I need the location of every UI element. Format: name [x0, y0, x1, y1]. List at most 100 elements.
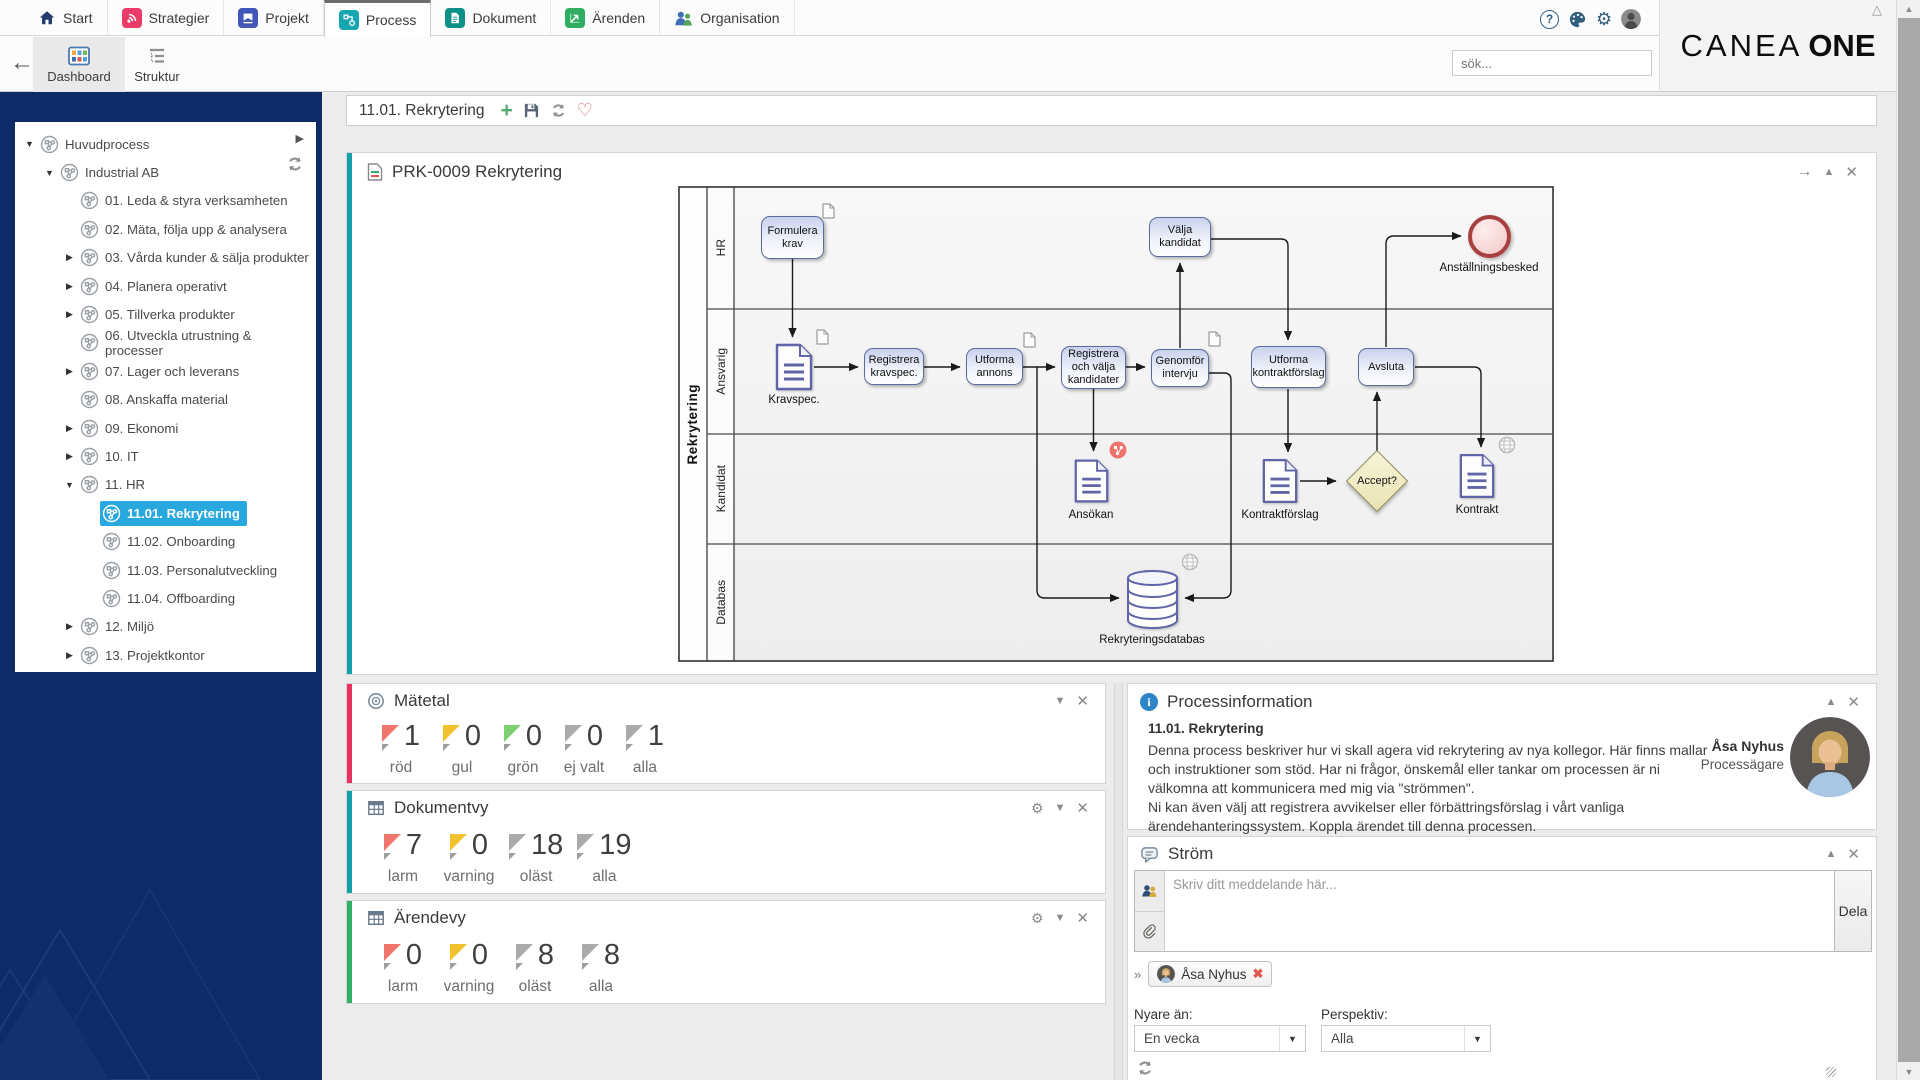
share-button[interactable]: Dela: [1834, 871, 1871, 951]
tree-item[interactable]: 01. Leda & styra verksamheten: [15, 187, 316, 215]
add-icon[interactable]: +: [501, 99, 513, 123]
settings-gear-icon[interactable]: ⚙: [1596, 10, 1612, 28]
tree-item[interactable]: 11.02. Onboarding: [15, 527, 316, 555]
tab-arenden[interactable]: Ärenden: [551, 0, 660, 35]
tab-strategier[interactable]: Strategier: [108, 0, 225, 35]
stat-olast[interactable]: 18oläst: [509, 831, 563, 886]
collapse-arrow-icon[interactable]: ▼: [41, 168, 58, 178]
tree-item[interactable]: ▶07. Lager och leverans: [15, 357, 316, 385]
message-input[interactable]: [1165, 871, 1834, 951]
document-kontraktforslag[interactable]: [1261, 458, 1299, 504]
newer-than-select[interactable]: En vecka ▼: [1134, 1025, 1306, 1052]
dashboard-button[interactable]: Dashboard: [33, 37, 125, 92]
collapse-arrow-icon[interactable]: ▼: [21, 139, 38, 149]
tree-item[interactable]: ▼Huvudprocess: [15, 130, 316, 158]
stat-ej-valt[interactable]: 0ej valt: [560, 722, 608, 777]
task-valja-kandidat[interactable]: Välja kandidat: [1149, 217, 1211, 257]
tab-organisation[interactable]: Organisation: [660, 0, 794, 35]
tree-item[interactable]: ▶04. Planera operativt: [15, 272, 316, 300]
collapse-panel-icon[interactable]: ▲: [1824, 166, 1835, 178]
search-input[interactable]: [1453, 56, 1645, 71]
collapse-widget-icon[interactable]: ▲: [1826, 848, 1837, 860]
tree-item[interactable]: 02. Mäta, följa upp & analysera: [15, 215, 316, 243]
remove-tag-icon[interactable]: ✖: [1253, 966, 1264, 982]
close-widget-icon[interactable]: ✕: [1076, 692, 1089, 710]
tree-item-selected[interactable]: 11.01. Rekrytering: [15, 499, 316, 527]
help-icon[interactable]: ?: [1540, 10, 1559, 29]
document-kravspec[interactable]: [774, 343, 814, 391]
stat-alla[interactable]: 19alla: [577, 831, 631, 886]
expand-arrow-icon[interactable]: ▶: [61, 451, 78, 462]
struktur-button[interactable]: Struktur: [125, 37, 189, 92]
tree-item[interactable]: 11.03. Personalutveckling: [15, 556, 316, 584]
scroll-down-icon[interactable]: ▼: [1897, 1063, 1920, 1080]
task-registrera-kravspec[interactable]: Registrera kravspec.: [864, 348, 924, 385]
stat-varning[interactable]: 0varning: [443, 941, 495, 996]
document-ansokan[interactable]: [1073, 458, 1110, 504]
stream-refresh-icon[interactable]: [1136, 1059, 1154, 1077]
vertical-scrollbar[interactable]: ▲ ▼: [1896, 0, 1920, 1080]
stat-gron[interactable]: 0grön: [499, 722, 547, 777]
tree-item[interactable]: ▶10. IT: [15, 442, 316, 470]
document-kontrakt[interactable]: [1458, 453, 1496, 499]
user-avatar[interactable]: [1621, 9, 1641, 29]
expand-arrow-icon[interactable]: ▶: [61, 309, 78, 320]
mention-people-icon[interactable]: [1135, 871, 1164, 912]
expand-arrow-icon[interactable]: ▶: [61, 252, 78, 263]
owner-avatar[interactable]: [1790, 717, 1870, 797]
tab-projekt[interactable]: Projekt: [224, 0, 324, 35]
resize-grip[interactable]: [1826, 1067, 1836, 1077]
tree-item[interactable]: ▶03. Vårda kunder & sälja produkter: [15, 244, 316, 272]
open-arrow-icon[interactable]: →: [1797, 163, 1813, 181]
save-icon[interactable]: [523, 102, 540, 119]
tab-process[interactable]: Process: [324, 0, 432, 37]
recipient-tag[interactable]: Åsa Nyhus ✖: [1148, 961, 1272, 987]
task-registrera-och-valja-kandidater[interactable]: Registrera och välja kandidater: [1061, 346, 1126, 389]
tree-item[interactable]: ▼11. HR: [15, 471, 316, 499]
end-event-anstallningsbesked[interactable]: [1468, 215, 1511, 258]
expand-arrow-icon[interactable]: ▶: [61, 423, 78, 434]
collapse-header-icon[interactable]: △: [1872, 2, 1882, 18]
attach-paperclip-icon[interactable]: [1135, 912, 1164, 952]
tab-start[interactable]: Start: [24, 0, 108, 35]
collapse-widget-icon[interactable]: ▼: [1055, 912, 1066, 924]
close-widget-icon[interactable]: ✕: [1076, 909, 1089, 927]
task-avsluta[interactable]: Avsluta: [1358, 348, 1414, 386]
close-widget-icon[interactable]: ✕: [1847, 845, 1860, 863]
task-utforma-kontraktforslag[interactable]: Utforma kontraktförslag: [1251, 346, 1326, 388]
collapse-widget-icon[interactable]: ▲: [1826, 696, 1837, 708]
task-formulera-krav[interactable]: Formulera krav: [761, 216, 824, 259]
task-utforma-annons[interactable]: Utforma annons: [966, 348, 1023, 385]
refresh-icon[interactable]: [550, 102, 567, 119]
tree-refresh-icon[interactable]: [286, 155, 304, 173]
database-rekryteringsdatabas[interactable]: [1126, 569, 1179, 629]
process-link-badge-icon[interactable]: [1109, 441, 1127, 459]
tree-item[interactable]: 08. Anskaffa material: [15, 386, 316, 414]
stat-larm[interactable]: 7larm: [377, 831, 429, 886]
bpmn-diagram[interactable]: Rekrytering HR Ansvarig Kandidat Databas: [678, 186, 1554, 662]
stat-larm[interactable]: 0larm: [377, 941, 429, 996]
scrollbar-thumb[interactable]: [1898, 18, 1920, 1062]
expand-arrow-icon[interactable]: ▶: [61, 650, 78, 661]
close-widget-icon[interactable]: ✕: [1847, 693, 1860, 711]
expand-arrow-icon[interactable]: ▶: [61, 621, 78, 632]
task-genomfor-intervju[interactable]: Genomför intervju: [1151, 349, 1209, 387]
stat-olast[interactable]: 8oläst: [509, 941, 561, 996]
collapse-arrow-icon[interactable]: ▼: [61, 480, 78, 490]
expand-arrow-icon[interactable]: ▶: [61, 281, 78, 292]
tab-dokument[interactable]: Dokument: [431, 0, 551, 35]
column-splitter[interactable]: [1114, 683, 1123, 1080]
tree-item[interactable]: ▼Industrial AB: [15, 158, 316, 186]
stat-rod[interactable]: 1röd: [377, 722, 425, 777]
tree-item[interactable]: ▶09. Ekonomi: [15, 414, 316, 442]
theme-palette-icon[interactable]: [1568, 10, 1587, 29]
collapse-widget-icon[interactable]: ▼: [1055, 695, 1066, 707]
tree-item[interactable]: 06. Utveckla utrustning & processer: [15, 329, 316, 357]
widget-settings-gear-icon[interactable]: ⚙: [1031, 800, 1044, 817]
stat-varning[interactable]: 0varning: [443, 831, 495, 886]
stat-alla[interactable]: 8alla: [575, 941, 627, 996]
close-widget-icon[interactable]: ✕: [1076, 799, 1089, 817]
perspective-select[interactable]: Alla ▼: [1321, 1025, 1491, 1052]
close-panel-icon[interactable]: ✕: [1845, 163, 1858, 181]
stat-gul[interactable]: 0gul: [438, 722, 486, 777]
